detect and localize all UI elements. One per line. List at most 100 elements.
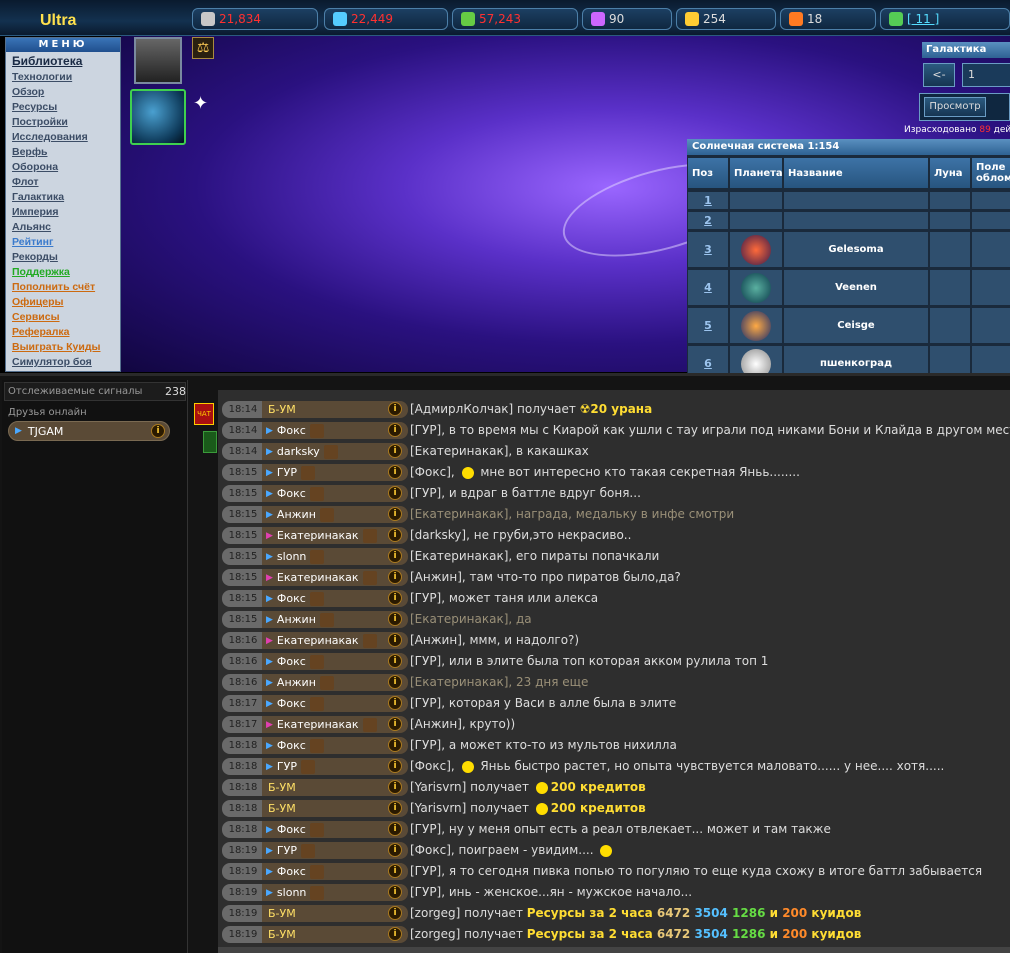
- chat-nick[interactable]: ▶ Фокс i: [262, 737, 408, 754]
- chat-nick[interactable]: ▶ Екатеринакак i: [262, 569, 408, 586]
- menu-item-5[interactable]: Исследования: [6, 130, 120, 145]
- user-avatar[interactable]: [134, 37, 182, 84]
- chat-nick[interactable]: ▶ Фокс i: [262, 485, 408, 502]
- menu-item-13[interactable]: Рекорды: [6, 250, 120, 265]
- chat-nick[interactable]: ▶ Фокс i: [262, 590, 408, 607]
- info-icon[interactable]: i: [388, 780, 402, 794]
- info-icon[interactable]: i: [388, 549, 402, 563]
- planet-icon[interactable]: [741, 235, 771, 265]
- menu-item-17[interactable]: Сервисы: [6, 310, 120, 325]
- message-text: 200: [782, 906, 812, 920]
- info-icon[interactable]: i: [151, 424, 165, 438]
- chat-nick[interactable]: ▶ Фокс i: [262, 821, 408, 838]
- resource-5[interactable]: 18: [780, 8, 876, 30]
- info-icon[interactable]: i: [388, 444, 402, 458]
- chat-nick[interactable]: ▶ slonn i: [262, 548, 408, 565]
- chat-nick[interactable]: ▶ Фокс i: [262, 695, 408, 712]
- chat-nick[interactable]: ▶ ГУР i: [262, 758, 408, 775]
- chat-nick[interactable]: ▶ darksky i: [262, 443, 408, 460]
- menu-item-4[interactable]: Постройки: [6, 115, 120, 130]
- menu-item-14[interactable]: Поддержка: [6, 265, 120, 280]
- info-icon[interactable]: i: [388, 822, 402, 836]
- chat-nick[interactable]: Б-УМ i: [262, 926, 408, 943]
- info-icon[interactable]: i: [388, 465, 402, 479]
- chat-nick[interactable]: ▶ ГУР i: [262, 842, 408, 859]
- menu-item-8[interactable]: Флот: [6, 175, 120, 190]
- info-icon[interactable]: i: [388, 675, 402, 689]
- menu-item-6[interactable]: Верфь: [6, 145, 120, 160]
- info-icon[interactable]: i: [388, 528, 402, 542]
- info-icon[interactable]: i: [388, 696, 402, 710]
- menu-item-11[interactable]: Альянс: [6, 220, 120, 235]
- chat-scroll[interactable]: [218, 947, 1010, 953]
- info-icon[interactable]: i: [388, 906, 402, 920]
- menu-item-7[interactable]: Оборона: [6, 160, 120, 175]
- info-icon[interactable]: i: [388, 570, 402, 584]
- chat-nick[interactable]: Б-УМ i: [262, 401, 408, 418]
- menu-item-2[interactable]: Обзор: [6, 85, 120, 100]
- menu-item-16[interactable]: Офицеры: [6, 295, 120, 310]
- clan-icon[interactable]: [203, 431, 217, 453]
- info-icon[interactable]: i: [388, 843, 402, 857]
- info-icon[interactable]: i: [388, 759, 402, 773]
- chat-nick[interactable]: ▶ Екатеринакак i: [262, 716, 408, 733]
- resource-4[interactable]: 254: [676, 8, 776, 30]
- menu-item-0[interactable]: Библиотека: [6, 52, 120, 70]
- info-icon[interactable]: i: [388, 633, 402, 647]
- chat-nick[interactable]: ▶ Екатеринакак i: [262, 527, 408, 544]
- info-icon[interactable]: i: [388, 927, 402, 941]
- planet-thumbnail[interactable]: [130, 89, 186, 145]
- chat-nick[interactable]: ▶ Фокс i: [262, 653, 408, 670]
- solar-position[interactable]: 2: [687, 211, 729, 230]
- info-icon[interactable]: i: [388, 612, 402, 626]
- info-icon[interactable]: i: [388, 507, 402, 521]
- menu-item-19[interactable]: Выиграть Куиды: [6, 340, 120, 355]
- chat-nick[interactable]: Б-УМ i: [262, 800, 408, 817]
- menu-item-20[interactable]: Симулятор боя: [6, 355, 120, 370]
- resource-0[interactable]: 21,834: [192, 8, 318, 30]
- info-icon[interactable]: i: [388, 402, 402, 416]
- friend-item[interactable]: ▶ TJGAM i: [8, 421, 170, 441]
- info-icon[interactable]: i: [388, 864, 402, 878]
- solar-position[interactable]: 3: [687, 231, 729, 268]
- resource-1[interactable]: 22,449: [324, 8, 448, 30]
- menu-item-12[interactable]: Рейтинг: [6, 235, 120, 250]
- info-icon[interactable]: i: [388, 738, 402, 752]
- chat-nick[interactable]: Б-УМ i: [262, 779, 408, 796]
- resource-6[interactable]: [ 11 ]: [880, 8, 1010, 30]
- chat-nick[interactable]: ▶ Фокс i: [262, 863, 408, 880]
- chat-nick[interactable]: ▶ Анжин i: [262, 506, 408, 523]
- chat-nick[interactable]: ▶ Екатеринакак i: [262, 632, 408, 649]
- info-icon[interactable]: i: [388, 654, 402, 668]
- menu-item-10[interactable]: Империя: [6, 205, 120, 220]
- info-icon[interactable]: i: [388, 885, 402, 899]
- chat-nick[interactable]: ▶ Анжин i: [262, 611, 408, 628]
- resource-3[interactable]: 90: [582, 8, 672, 30]
- solar-position[interactable]: 4: [687, 269, 729, 306]
- menu-item-9[interactable]: Галактика: [6, 190, 120, 205]
- scales-icon[interactable]: ⚖: [192, 37, 214, 59]
- info-icon[interactable]: i: [388, 591, 402, 605]
- info-icon[interactable]: i: [388, 423, 402, 437]
- menu-item-18[interactable]: Рефералка: [6, 325, 120, 340]
- resource-2[interactable]: 57,243: [452, 8, 578, 30]
- menu-item-15[interactable]: Пополнить счёт: [6, 280, 120, 295]
- chat-nick[interactable]: Б-УМ i: [262, 905, 408, 922]
- chat-nick[interactable]: ▶ Анжин i: [262, 674, 408, 691]
- prev-galaxy-button[interactable]: <-: [923, 63, 955, 87]
- chat-icon[interactable]: ЧАТ: [194, 403, 214, 425]
- menu-item-3[interactable]: Ресурсы: [6, 100, 120, 115]
- menu-item-1[interactable]: Технологии: [6, 70, 120, 85]
- solar-position[interactable]: 5: [687, 307, 729, 344]
- galaxy-number-input[interactable]: 1: [962, 63, 1010, 87]
- planet-icon[interactable]: [741, 311, 771, 341]
- info-icon[interactable]: i: [388, 717, 402, 731]
- chat-nick[interactable]: ▶ slonn i: [262, 884, 408, 901]
- view-button[interactable]: Просмотр: [924, 97, 986, 117]
- info-icon[interactable]: i: [388, 801, 402, 815]
- solar-position[interactable]: 1: [687, 191, 729, 210]
- info-icon[interactable]: i: [388, 486, 402, 500]
- chat-nick[interactable]: ▶ ГУР i: [262, 464, 408, 481]
- chat-nick[interactable]: ▶ Фокс i: [262, 422, 408, 439]
- planet-icon[interactable]: [741, 273, 771, 303]
